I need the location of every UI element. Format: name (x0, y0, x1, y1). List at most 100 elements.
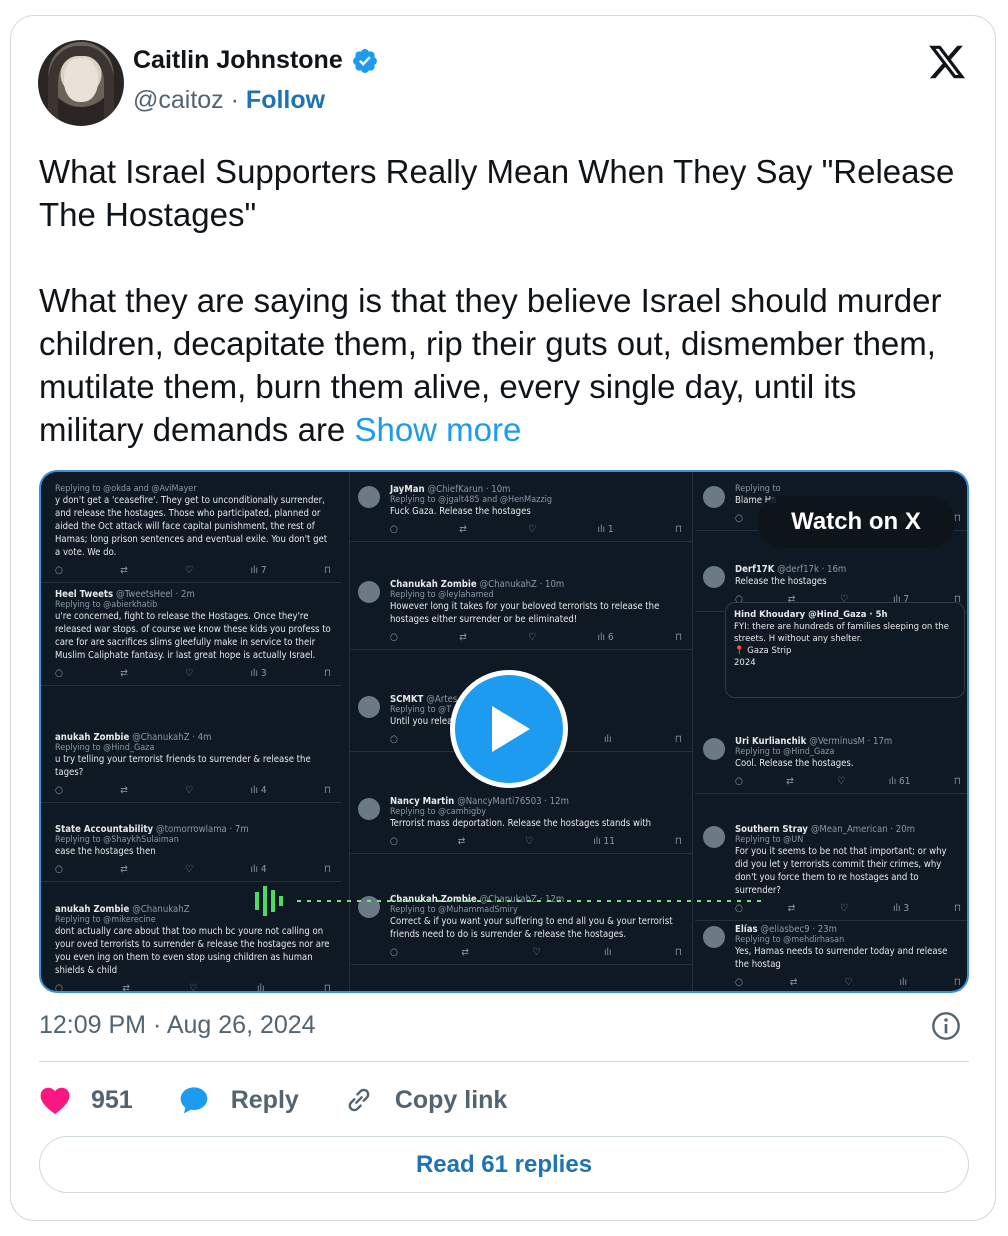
play-icon (492, 706, 530, 752)
heart-icon (40, 1087, 70, 1115)
video-tweet-actions: ○ ⇄ ♡ ılı 4 ⊓ (55, 785, 331, 796)
avatar-face (64, 58, 98, 102)
video-quoted-tweet: Hind Khoudary @Hind_Gaza · 5h FYI: there … (725, 602, 965, 698)
audio-waveform-icon (255, 886, 767, 916)
video-tweet-action-icon: ○ (390, 836, 398, 847)
video-tweet-action-icon: ⇄ (461, 947, 469, 958)
author-name-row[interactable]: Caitlin Johnstone (133, 46, 379, 75)
video-tweet-name: Nancy Martin (390, 796, 458, 807)
video-tweet-action-icon: ılı (603, 947, 612, 958)
video-tweet-actions: ○ ⇄ ♡ ılı 6 ⊓ (390, 632, 682, 643)
video-tweet-action-icon: ♡ (525, 836, 534, 847)
video-tweet-actions: ○ ⇄ ♡ ılı ⊓ (735, 977, 961, 988)
video-tweet-action-icon: ♡ (532, 947, 541, 958)
video-tweet-name: Southern Stray (735, 824, 811, 835)
video-tweet-body: Cool. Release the hostages. (735, 758, 854, 769)
video-tweet-avatar (703, 566, 725, 588)
video-tweet-actions: ○ ⇄ ♡ ılı 61 ⊓ (735, 776, 961, 787)
copy-link-button[interactable]: Copy link (343, 1084, 507, 1116)
video-frame[interactable]: Replying to @okda and @AviMayer y don't g… (41, 472, 967, 991)
video-tweet-name: Uri Kurlianchik (735, 736, 810, 747)
video-tweet-action-icon: ⇄ (120, 785, 128, 796)
video-tweet-header: State Accountability @tomorrowlama · 7m (55, 824, 331, 835)
video-tweet-body: For you it seems to be not that importan… (735, 846, 947, 896)
video-tweet-action-icon: ılı 3 (250, 668, 267, 679)
video-tweet-action-icon: ⊓ (323, 668, 331, 679)
video-tweet-action-icon: ○ (390, 947, 398, 958)
reply-button[interactable]: Reply (177, 1084, 299, 1116)
video-tweet-action-icon: ○ (735, 977, 743, 988)
video-tweet-reply-to: Replying to @UN (735, 835, 804, 845)
video-tweet-action-icon: ⇄ (120, 565, 128, 576)
video-player[interactable]: Replying to @okda and @AviMayer y don't g… (39, 470, 969, 993)
video-tweet-action-icon: ⇄ (459, 524, 467, 535)
follow-button[interactable]: Follow (246, 86, 325, 114)
show-more-link[interactable]: Show more (354, 411, 521, 448)
video-tweet: JayMan @ChiefKarun · 10m Replying to @jga… (350, 480, 692, 542)
video-tweet-body: u're concerned, fight to release the Hos… (55, 611, 331, 661)
video-tweet-action-icon: ılı (603, 734, 612, 745)
video-tweet-action-icon: ⊓ (674, 947, 682, 958)
video-tweet-action-icon: ○ (55, 785, 63, 796)
video-tweet-actions: ○ ⇄ ♡ ılı 3 ⊓ (735, 903, 961, 914)
video-tweet: State Accountability @tomorrowlama · 7m R… (41, 820, 341, 882)
x-logo-icon[interactable] (926, 42, 968, 82)
video-tweet-header: Chanukah Zombie @ChanukahZ · 10m (390, 579, 682, 590)
read-replies-button[interactable]: Read 61 replies (39, 1136, 969, 1193)
video-tweet-action-icon: ♡ (837, 776, 846, 787)
video-tweet-body: Terrorist mass deportation. Release the … (390, 818, 652, 829)
handle-row: @caitoz · Follow (133, 86, 325, 115)
video-tweet-reply-to: Replying to @mikerecine (55, 915, 156, 925)
video-tweet-reply-to: Replying to @Hind_Gaza (735, 747, 835, 757)
video-tweet-handle: @ChanukahZ (132, 904, 190, 915)
video-tweet-handle: @ChiefKarun · 10m (427, 484, 511, 495)
avatar[interactable] (38, 40, 124, 126)
video-tweet-header: Elías @eliasbec9 · 23m (735, 924, 961, 935)
video-tweet-actions: ○ ⇄ ♡ ılı 3 ⊓ (55, 668, 331, 679)
video-tweet-avatar (703, 826, 725, 848)
video-tweet-action-icon: ılı 6 (597, 632, 614, 643)
video-quoted-body: FYI: there are hundreds of families slee… (734, 622, 949, 644)
video-tweet-body: Yes, Hamas needs to surrender today and … (735, 946, 948, 970)
tweet-timestamp[interactable]: 12:09 PM · Aug 26, 2024 (39, 1011, 316, 1040)
play-button[interactable] (450, 670, 568, 788)
video-tweet-name: Elías (735, 924, 761, 935)
video-tweet-action-icon: ⊓ (323, 785, 331, 796)
video-quoted-place: 📍 Gaza Strip (734, 646, 792, 656)
video-tweet-actions: ○ ⇄ ♡ ılı 11 ⊓ (390, 836, 682, 847)
video-tweet-handle: @VerminusM · 17m (809, 736, 893, 747)
info-icon[interactable] (930, 1010, 962, 1042)
watch-on-x-button[interactable]: Watch on X (757, 496, 955, 548)
video-tweet-action-icon: ○ (735, 513, 743, 524)
reply-bubble-icon (180, 1087, 208, 1114)
author-name[interactable]: Caitlin Johnstone (133, 46, 343, 75)
video-tweet-action-icon: ılı 3 (893, 903, 910, 914)
like-button[interactable]: 951 (39, 1085, 133, 1115)
video-tweet-reply-to: Replying to @okda and @AviMayer (55, 484, 197, 494)
video-tweet-name: JayMan (390, 484, 428, 495)
tweet-paragraph-2: What they are saying is that they believ… (39, 279, 959, 451)
video-tweet-action-icon: ♡ (840, 903, 849, 914)
video-tweet-reply-to: Replying to @ShaykhSulaiman (55, 835, 179, 845)
video-tweet-action-icon: ○ (390, 632, 398, 643)
video-tweet-handle: @tomorrowlama · 7m (156, 824, 249, 835)
video-tweet-handle: @ChanukahZ · 4m (132, 732, 212, 743)
video-quoted-header: Hind Khoudary @Hind_Gaza · 5h (734, 610, 888, 620)
video-tweet-avatar (358, 486, 380, 508)
video-tweet-avatar (703, 926, 725, 948)
video-tweet-name: anukah Zombie (55, 732, 133, 743)
video-tweet-handle: @NancyMarti76503 · 12m (457, 796, 569, 807)
video-tweet-action-icon: ⇄ (120, 668, 128, 679)
video-tweet-action-icon: ⇄ (120, 864, 128, 875)
video-tweet-handle: @eliasbec9 · 23m (760, 924, 837, 935)
video-tweet-handle: @ChanukahZ · 10m (479, 579, 565, 590)
video-tweet-header: Nancy Martin @NancyMarti76503 · 12m (390, 796, 682, 807)
video-tweet-action-icon: ○ (55, 565, 63, 576)
video-tweet-action-icon: ○ (55, 864, 63, 875)
video-tweet-body: Release the hostages (735, 576, 827, 587)
video-tweet-actions: ○ ⇄ ♡ ılı ⊓ (390, 947, 682, 958)
video-tweet-action-icon: ⊓ (674, 632, 682, 643)
author-handle[interactable]: @caitoz (133, 86, 224, 114)
video-tweet-name: State Accountability (55, 824, 157, 835)
video-tweet: Uri Kurlianchik @VerminusM · 17m Replying… (695, 732, 967, 794)
